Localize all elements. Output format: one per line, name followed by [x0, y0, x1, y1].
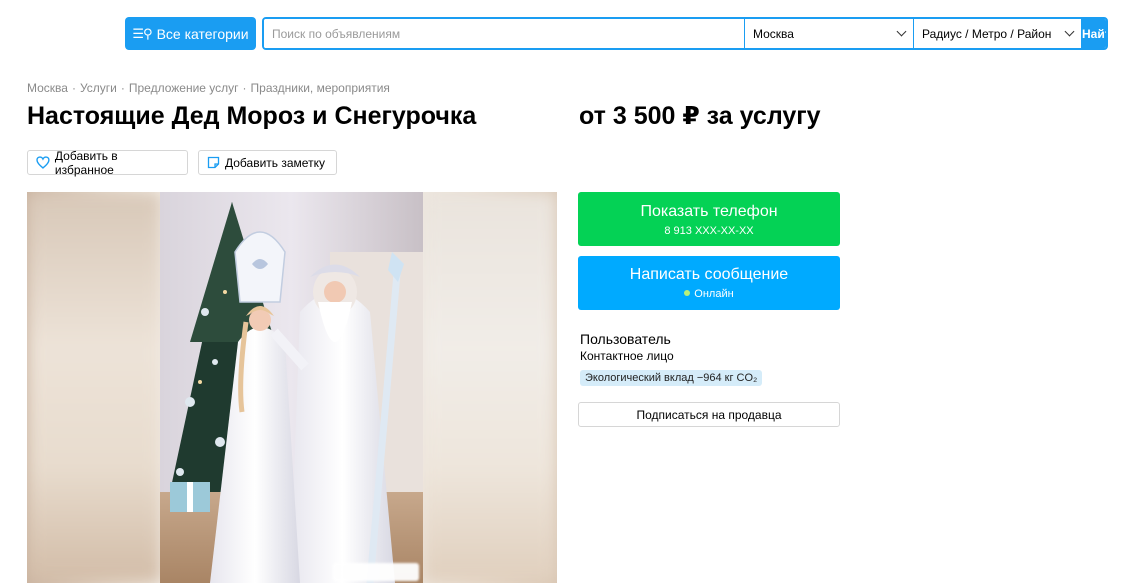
phone-number-masked: 8 913 XXX-XX-XX [664, 225, 754, 237]
seller-name[interactable]: Пользователь [580, 331, 671, 347]
photo-blur-left [27, 192, 162, 583]
chevron-down-icon [1064, 26, 1075, 37]
eco-contribution-badge[interactable]: Экологический вклад −964 кг CO₂ [580, 370, 763, 386]
radius-value: Радиус / Метро / Район [922, 26, 1052, 41]
show-phone-button[interactable]: Показать телефон 8 913 XXX-XX-XX [578, 192, 840, 246]
online-label: Онлайн [694, 288, 734, 300]
subscribe-to-seller-button[interactable]: Подписаться на продавца [578, 402, 840, 427]
seller-role: Контактное лицо [580, 349, 674, 363]
breadcrumb-item-services[interactable]: Услуги [80, 81, 117, 95]
city-value: Москва [753, 26, 794, 41]
categories-search-icon: ☰⚲ [132, 25, 152, 41]
breadcrumb-item-city[interactable]: Москва [27, 81, 68, 95]
note-icon [207, 156, 220, 169]
show-phone-label: Показать телефон [640, 203, 778, 220]
listing-title: Настоящие Дед Мороз и Снегурочка [27, 102, 477, 130]
all-categories-label: Все категории [156, 25, 249, 42]
breadcrumb-separator: · [242, 81, 247, 95]
find-button[interactable]: Найти [1082, 19, 1106, 48]
online-dot-icon [684, 290, 691, 296]
radius-select[interactable]: Радиус / Метро / Район [914, 19, 1082, 48]
breadcrumb: Москва · Услуги · Предложение услуг · Пр… [27, 81, 390, 95]
breadcrumb-separator: · [120, 81, 125, 95]
listing-price: от 3 500 ₽ за услугу [579, 102, 821, 130]
add-note-button[interactable]: Добавить заметку [198, 150, 337, 175]
breadcrumb-item-holidays[interactable]: Праздники, мероприятия [251, 81, 390, 95]
online-status: Онлайн [578, 288, 840, 300]
write-message-label: Написать сообщение [629, 266, 789, 283]
listing-photo[interactable] [160, 192, 423, 583]
add-to-favorites-button[interactable]: Добавить в избранное [27, 148, 188, 177]
write-message-button[interactable]: Написать сообщение Онлайн [578, 256, 840, 310]
photo-gallery[interactable] [27, 192, 557, 583]
all-categories-button[interactable]: ☰⚲ Все категории [125, 17, 256, 50]
breadcrumb-item-service-offer[interactable]: Предложение услуг [129, 81, 239, 95]
chevron-down-icon [896, 26, 907, 37]
add-note-label: Добавить заметку [225, 155, 325, 170]
heart-icon [36, 156, 50, 169]
add-to-favorites-label: Добавить в избранное [54, 148, 118, 177]
breadcrumb-separator: · [71, 81, 76, 95]
city-select[interactable]: Москва [745, 19, 914, 48]
search-input[interactable] [264, 19, 745, 48]
photo-blur-right [422, 192, 557, 583]
search-bar: Москва Радиус / Метро / Район Найти [262, 17, 1108, 50]
